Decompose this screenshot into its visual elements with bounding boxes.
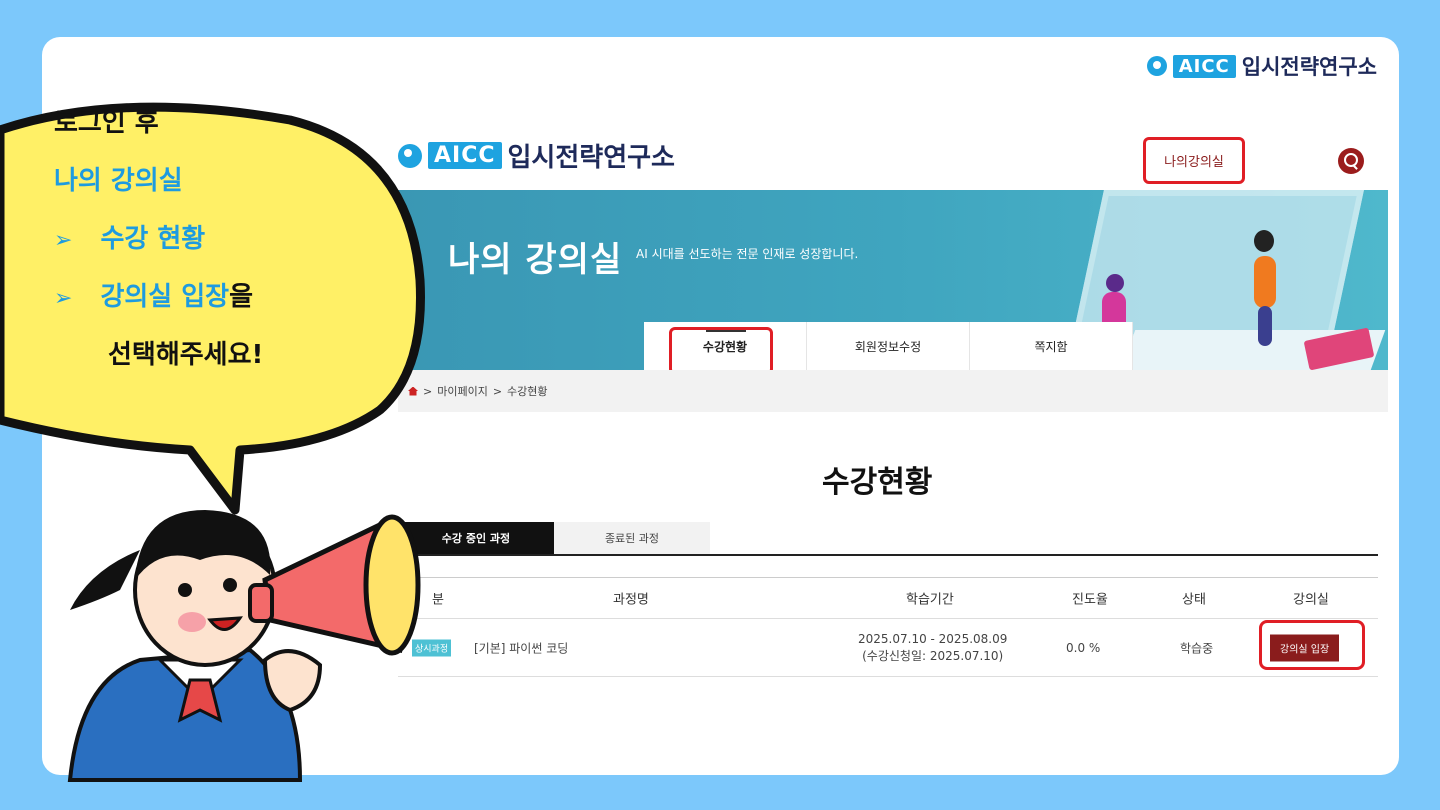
progress-rate: 0.0 % [1066,640,1101,655]
col-header: 과정명 [613,592,649,608]
logo-name: 입시전략연구소 [1241,55,1377,79]
col-header: 강의실 [1293,592,1329,608]
breadcrumb-item[interactable]: 수강현황 [507,383,547,399]
highlight-box [669,327,773,375]
col-header: 상태 [1182,592,1206,608]
corner-logo: AICC 입시전략연구소 [1146,51,1377,81]
logo-name: 입시전략연구소 [507,143,675,173]
course-name[interactable]: [기본] 파이썬 코딩 [474,639,568,656]
course-table: 분 과정명 학습기간 진도율 상태 강의실 상시과정 [기본] 파이썬 코딩 2… [398,577,1378,677]
banner-title: 나의 강의실 [448,240,623,280]
table-header: 분 과정명 학습기간 진도율 상태 강의실 [398,577,1378,619]
callout-line: 로그인 후 [54,108,159,138]
callout-suffix: 을 [229,282,254,312]
breadcrumb-separator: > [492,384,503,398]
table-row: 상시과정 [기본] 파이썬 코딩 2025.07.10 - 2025.08.09… [398,619,1378,677]
student-legs [1258,306,1272,346]
study-period: 2025.07.10 - 2025.08.09 (수강신청일: 2025.07.… [858,631,1007,665]
page-title: 수강현황 [822,465,933,500]
eye-shape [223,578,237,592]
callout-line: ➢ 수강 현황 [54,218,205,255]
callout-line: 나의 강의실 [54,166,183,196]
breadcrumb-item[interactable]: 마이페이지 [437,383,488,399]
eye-shape [178,583,192,597]
megaphone-bell-icon [363,514,421,656]
tab-finished-courses[interactable]: 종료된 과정 [554,522,710,554]
breadcrumb: > 마이페이지 > 수강현황 [398,370,1388,412]
banner-subtitle: AI 시대를 선도하는 전문 인재로 성장합니다. [636,247,859,261]
arrow-bullet-icon: ➢ [54,228,73,253]
student-body [1254,256,1276,308]
mascot-illustration [67,510,421,782]
search-icon[interactable] [1338,148,1364,174]
col-header: 진도율 [1072,592,1108,608]
arrow-bullet-icon: ➢ [54,286,73,311]
ponytail-shape [70,550,140,610]
callout-highlight: 강의실 입장 [100,282,230,312]
col-header: 학습기간 [906,592,954,608]
course-filter-tabs: 수강 중인 과정 종료된 과정 [398,522,1378,556]
callout-line: ➢ 강의실 입장을 [54,276,253,313]
megaphone-handle-icon [248,583,274,623]
period-range: 2025.07.10 - 2025.08.09 [858,631,1008,646]
logo-badge: AICC [1172,54,1236,78]
cheek-shape [178,612,206,632]
highlight-box [1259,620,1365,670]
student-head [1106,274,1124,292]
brain-bulb-icon [1146,56,1167,76]
status-text: 학습중 [1180,641,1214,655]
callout-line-text: 수강 현황 [100,224,206,254]
callout-line: 선택해주세요! [108,340,264,370]
student-head [1254,230,1274,252]
tab-messages[interactable]: 쪽지함 [970,322,1133,370]
my-lecture-link[interactable]: 나의강의실 [1143,137,1245,184]
applied-date: (수강신청일: 2025.07.10) [862,648,1004,663]
tab-edit-member-info[interactable]: 회원정보수정 [807,322,970,370]
